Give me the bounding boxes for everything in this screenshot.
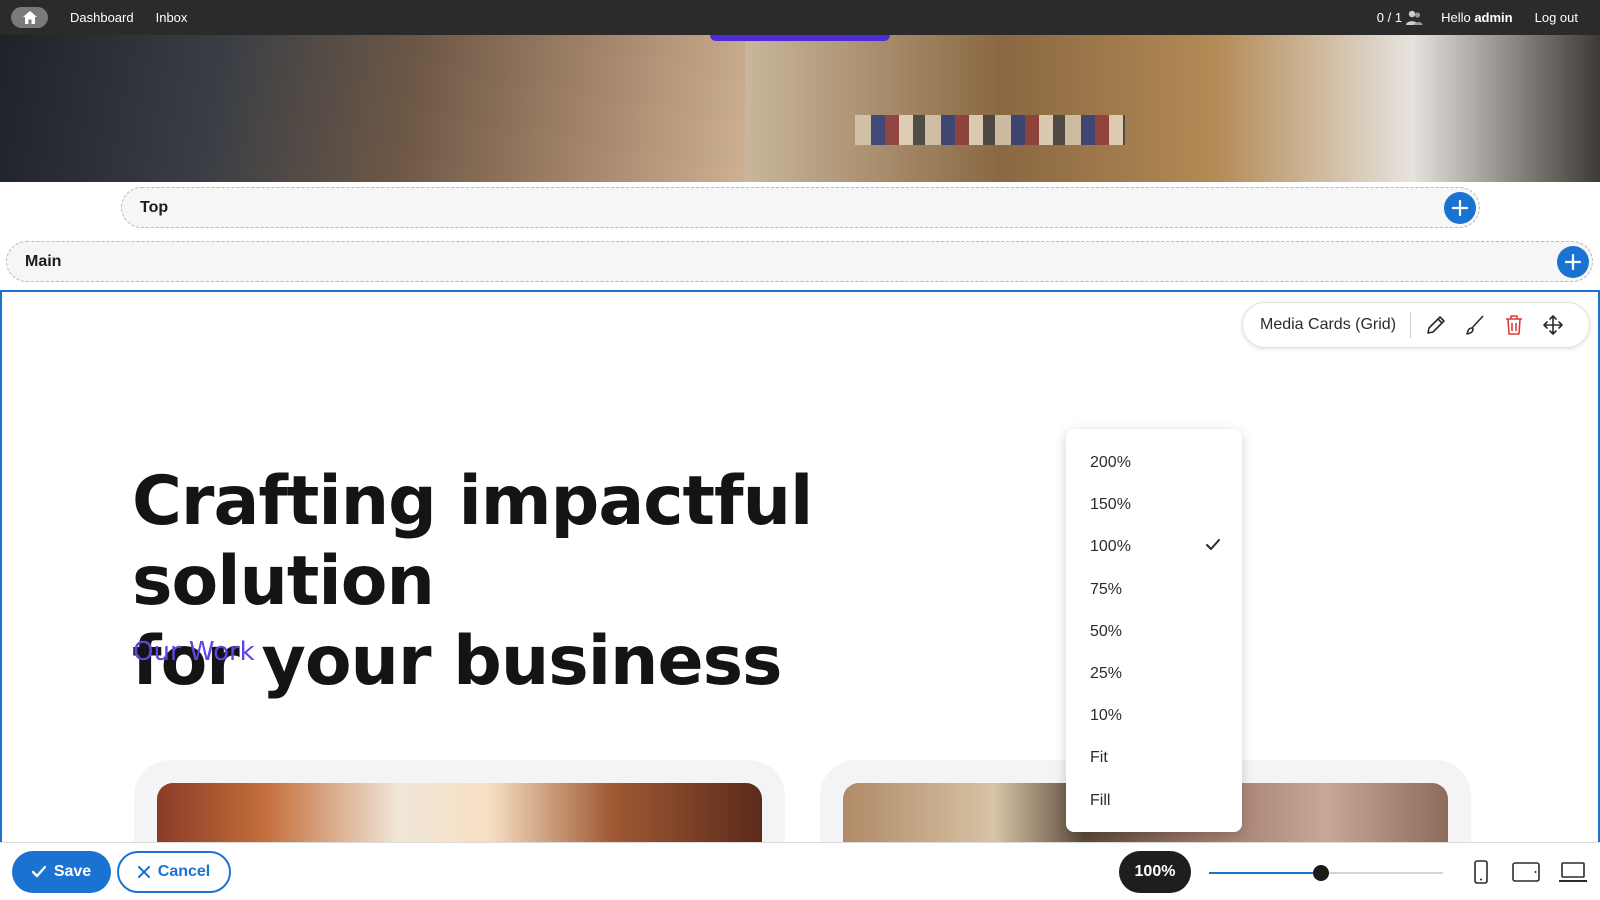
mobile-view-button[interactable] — [1465, 857, 1497, 887]
checkmark-icon — [1206, 539, 1220, 551]
zoom-slider[interactable] — [1209, 865, 1443, 881]
user-counter[interactable]: 0 / 1 — [1377, 10, 1423, 26]
username: admin — [1474, 10, 1513, 25]
save-label: Save — [53, 863, 92, 880]
hero-accent-bar — [710, 35, 890, 41]
zoom-slider-handle[interactable] — [1313, 865, 1329, 881]
users-icon — [1406, 10, 1423, 25]
zoom-option-50[interactable]: 50% — [1066, 611, 1242, 653]
zoom-option-10[interactable]: 10% — [1066, 695, 1242, 737]
cancel-button[interactable]: Cancel — [117, 851, 231, 893]
region-top-label: Top — [140, 198, 169, 216]
close-icon — [137, 866, 150, 878]
zoom-option-label: 200% — [1090, 454, 1131, 472]
edit-block-button[interactable] — [1421, 310, 1451, 340]
greeting-text: Hello — [1441, 10, 1471, 25]
move-icon — [1543, 315, 1563, 335]
cancel-label: Cancel — [157, 863, 211, 880]
zoom-option-label: 50% — [1090, 622, 1123, 640]
phone-icon — [1474, 860, 1488, 884]
zoom-option-100[interactable]: 100% — [1066, 526, 1242, 568]
block-toolbar: Media Cards (Grid) — [1242, 302, 1590, 348]
zoom-dropdown-menu: 200% 150% 100% 75% 50% 25% 10% Fit Fill — [1066, 429, 1242, 832]
block-type-label: Media Cards (Grid) — [1260, 316, 1397, 333]
color-swatch-strip — [855, 115, 1125, 145]
plus-icon — [1565, 253, 1581, 270]
tablet-icon — [1512, 862, 1540, 882]
home-button[interactable] — [11, 7, 48, 28]
zoom-option-150[interactable]: 150% — [1066, 484, 1242, 526]
headline-line-2: for your business — [132, 622, 783, 701]
zoom-option-label: Fill — [1090, 791, 1111, 809]
inbox-link[interactable]: Inbox — [156, 10, 188, 25]
admin-toolbar: Dashboard Inbox 0 / 1 Hello admin Log ou… — [0, 0, 1600, 35]
block-subheading: Our Work — [133, 637, 255, 667]
add-block-main-button[interactable] — [1557, 245, 1589, 278]
dashboard-link[interactable]: Dashboard — [70, 10, 134, 25]
hero-photo-right — [745, 35, 1600, 182]
zoom-option-label: 75% — [1090, 580, 1123, 598]
headline-line-1: Crafting impactful solution — [132, 462, 813, 621]
zoom-slider-fill — [1209, 872, 1321, 874]
media-card[interactable] — [134, 760, 785, 842]
zoom-option-label: 25% — [1090, 665, 1123, 683]
user-greeting[interactable]: Hello admin — [1441, 10, 1513, 25]
region-main[interactable]: Main — [6, 241, 1593, 282]
check-icon — [31, 866, 46, 878]
brush-icon — [1466, 315, 1484, 335]
zoom-option-200[interactable]: 200% — [1066, 442, 1242, 484]
editor-bottom-bar: Save Cancel 100% — [0, 842, 1600, 900]
media-card-image — [157, 783, 762, 842]
zoom-option-label: 10% — [1090, 707, 1123, 725]
region-top[interactable]: Top — [121, 187, 1480, 228]
style-block-button[interactable] — [1460, 310, 1490, 340]
home-icon — [22, 11, 37, 24]
region-main-label: Main — [25, 252, 62, 270]
zoom-level-button[interactable]: 100% — [1119, 851, 1191, 893]
zoom-option-label: 150% — [1090, 496, 1131, 514]
zoom-option-label: Fit — [1090, 749, 1108, 767]
zoom-option-label: 100% — [1090, 538, 1131, 556]
tablet-view-button[interactable] — [1510, 857, 1542, 887]
save-button[interactable]: Save — [12, 851, 111, 893]
delete-block-button[interactable] — [1499, 310, 1529, 340]
laptop-icon — [1559, 862, 1587, 882]
user-counter-text: 0 / 1 — [1376, 10, 1403, 25]
pencil-icon — [1427, 316, 1445, 334]
add-block-top-button[interactable] — [1444, 191, 1476, 224]
zoom-option-fit[interactable]: Fit — [1066, 737, 1242, 779]
plus-icon — [1452, 199, 1468, 216]
zoom-option-75[interactable]: 75% — [1066, 569, 1242, 611]
logout-link[interactable]: Log out — [1535, 10, 1578, 25]
hero-photo-left — [0, 35, 745, 182]
zoom-option-fill[interactable]: Fill — [1066, 780, 1242, 822]
toolbar-divider — [1410, 312, 1412, 338]
trash-icon — [1506, 315, 1523, 335]
media-cards-block[interactable]: Media Cards (Grid) Crafting impactful so… — [0, 290, 1600, 842]
hero-image — [0, 35, 1600, 182]
zoom-level-text: 100% — [1134, 863, 1176, 880]
zoom-option-25[interactable]: 25% — [1066, 653, 1242, 695]
move-block-button[interactable] — [1538, 310, 1568, 340]
desktop-view-button[interactable] — [1557, 857, 1589, 887]
block-headline: Crafting impactful solution for your bus… — [132, 462, 1132, 702]
